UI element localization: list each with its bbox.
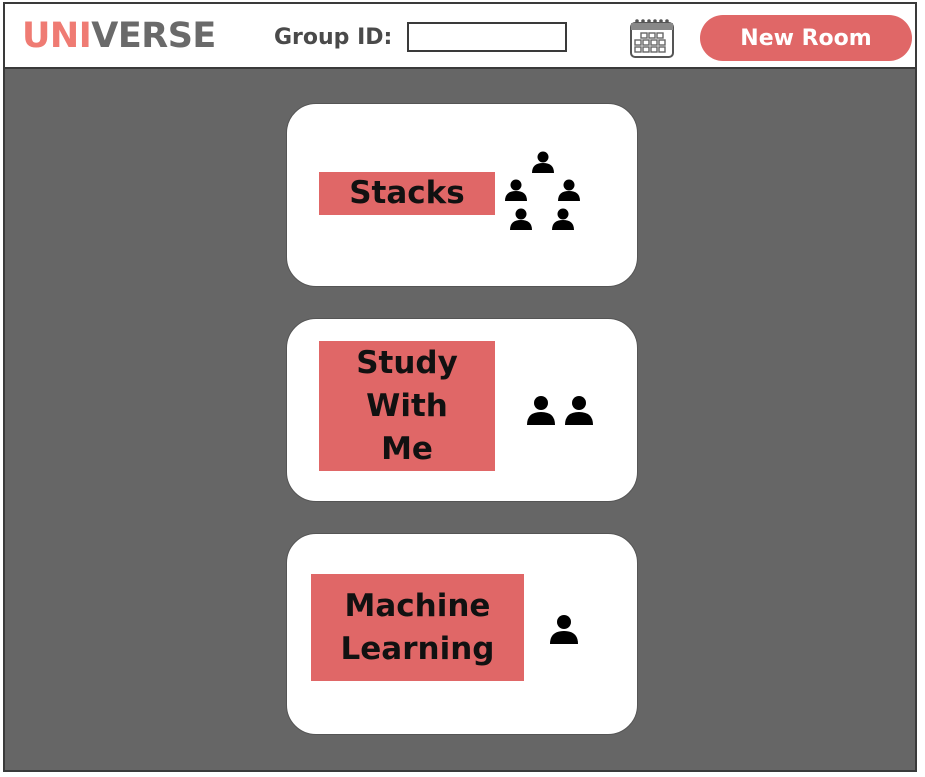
room-name: Stacks xyxy=(349,175,465,211)
room-name: Machine Learning xyxy=(340,587,495,667)
calendar-icon[interactable] xyxy=(629,17,675,59)
group-id-label: Group ID: xyxy=(274,25,393,50)
new-room-button[interactable]: New Room xyxy=(700,15,912,61)
app-frame: UNIVERSE Group ID: New Room Stacks Study… xyxy=(3,2,917,772)
logo-text-accent: UNI xyxy=(22,16,92,56)
group-id-input[interactable] xyxy=(407,22,567,52)
group-icon xyxy=(505,151,580,230)
room-name-tag: Study With Me xyxy=(319,341,495,471)
room-name: Study With Me xyxy=(356,344,458,467)
room-card-study-with-me[interactable]: Study With Me xyxy=(286,318,638,502)
room-card-stacks[interactable]: Stacks xyxy=(286,103,638,287)
room-card-machine-learning[interactable]: Machine Learning xyxy=(286,533,638,735)
logo: UNIVERSE xyxy=(22,16,216,56)
top-bar: UNIVERSE Group ID: New Room xyxy=(5,4,915,69)
person-icon xyxy=(550,615,578,644)
room-name-tag: Machine Learning xyxy=(311,574,524,681)
room-name-tag: Stacks xyxy=(319,172,495,215)
pair-icon xyxy=(527,396,593,425)
logo-text-gray: VERSE xyxy=(91,16,216,56)
